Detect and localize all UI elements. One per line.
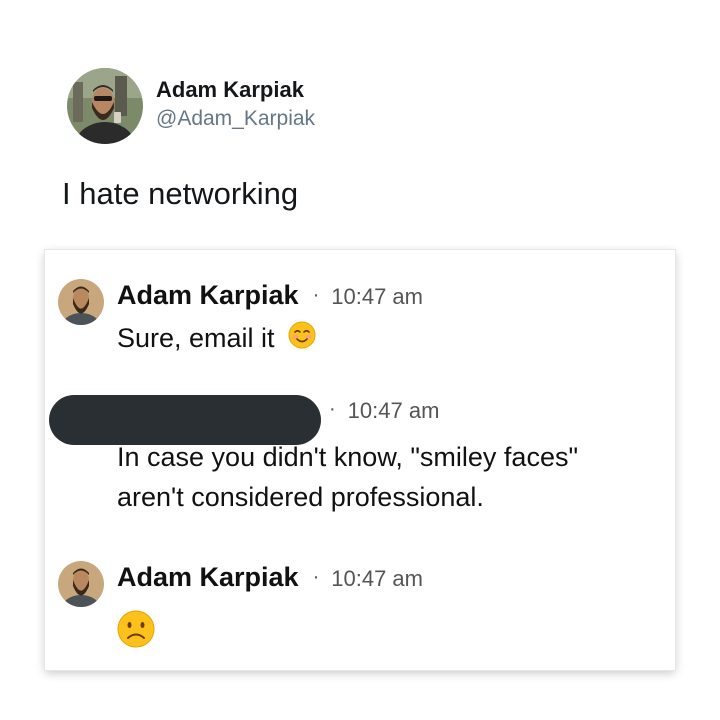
- profile-photo: [58, 561, 104, 607]
- avatar: [58, 561, 104, 607]
- separator-dot: ·: [329, 398, 336, 420]
- redaction-bar: [49, 395, 321, 445]
- timestamp: 10:47 am: [331, 566, 423, 591]
- tweet-screenshot: Adam Karpiak @Adam_Karpiak I hate networ…: [0, 0, 720, 720]
- message-text-line-2: aren't considered professional.: [117, 482, 484, 512]
- author-handle[interactable]: @Adam_Karpiak: [156, 106, 315, 132]
- smiling-face-icon: [288, 320, 316, 360]
- author-block: Adam Karpiak @Adam_Karpiak: [156, 77, 315, 132]
- separator-dot: ·: [312, 284, 320, 306]
- tweet-header: Adam Karpiak @Adam_Karpiak: [67, 68, 315, 144]
- message-text: [117, 610, 155, 659]
- avatar[interactable]: [67, 68, 143, 144]
- tweet-text: I hate networking: [62, 176, 299, 211]
- sender-name[interactable]: Adam Karpiak: [117, 562, 299, 593]
- message-header: Adam Karpiak · 10:47 am: [117, 562, 423, 593]
- separator-dot: ·: [312, 566, 320, 588]
- timestamp: 10:47 am: [347, 398, 440, 423]
- frowning-face-icon: [117, 610, 155, 659]
- profile-photo: [58, 279, 104, 325]
- profile-photo: [67, 68, 143, 144]
- message-header: · 10:47 am: [315, 398, 439, 424]
- message-header: Adam Karpiak · 10:47 am: [117, 280, 423, 311]
- message-text: In case you didn't know, "smiley faces" …: [117, 437, 578, 517]
- sender-name[interactable]: Adam Karpiak: [117, 280, 299, 311]
- timestamp: 10:47 am: [331, 284, 423, 309]
- message-text: Sure, email it: [117, 318, 316, 360]
- message-text-content: Sure, email it: [117, 323, 275, 353]
- author-name[interactable]: Adam Karpiak: [156, 77, 315, 103]
- chat-screenshot: Adam Karpiak · 10:47 am Sure, email it ·…: [45, 250, 675, 670]
- avatar: [58, 279, 104, 325]
